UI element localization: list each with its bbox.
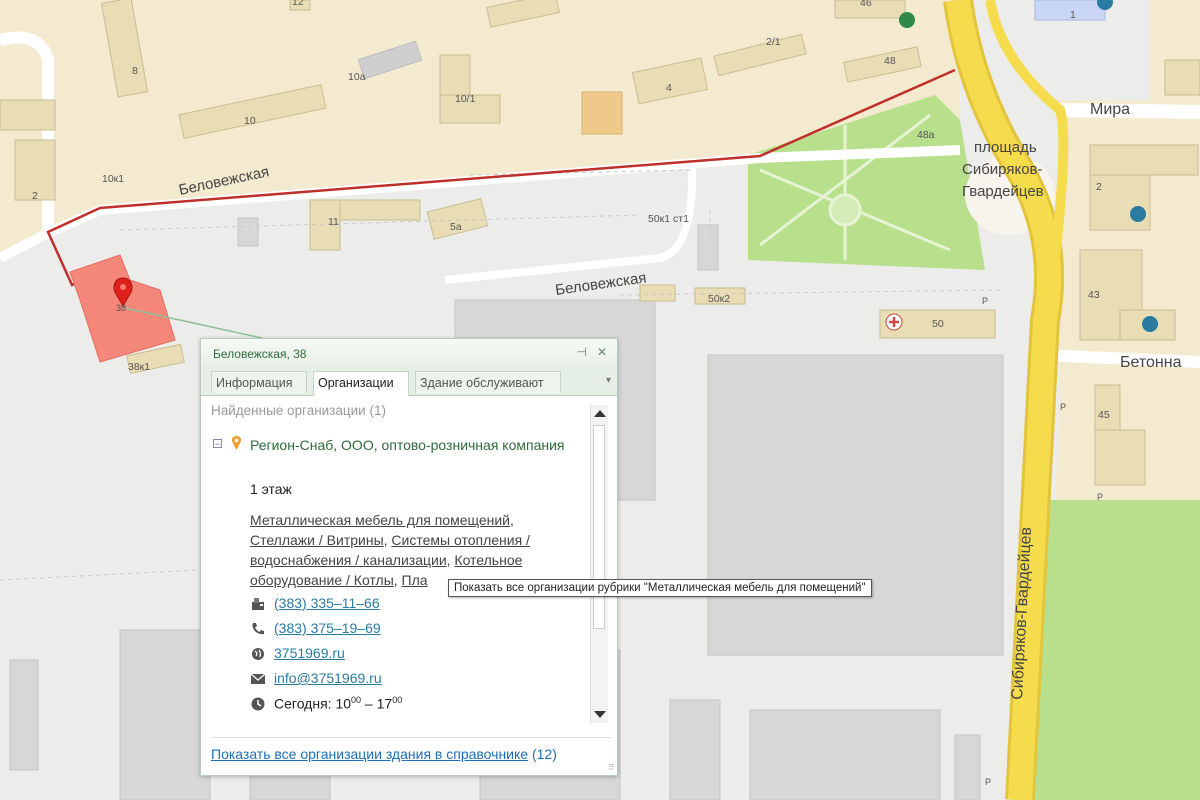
- popup-header: Беловежская, 38 ⊣ ✕: [201, 339, 617, 367]
- house-label: 1: [1070, 9, 1076, 21]
- street-label-betonnaya: Бетонна: [1120, 354, 1182, 371]
- square-label-1: площадь: [974, 139, 1037, 156]
- house-label: 43: [1088, 289, 1100, 301]
- parking-label: P: [1060, 402, 1066, 412]
- category-tooltip: Показать все организации рубрики "Металл…: [448, 579, 872, 597]
- popup-title: Беловежская, 38: [213, 347, 307, 361]
- hours-to: 17: [376, 695, 393, 712]
- organizations-panel: Найденные организации (1) − Регион-Снаб,…: [211, 403, 581, 721]
- email-link[interactable]: info@3751969.ru: [274, 670, 382, 686]
- hours-dash: –: [361, 695, 377, 712]
- house-label: 45: [1098, 409, 1110, 421]
- globe-icon: [252, 648, 264, 660]
- website-link[interactable]: 3751969.ru: [274, 645, 345, 661]
- fax-link[interactable]: (383) 335–11–66: [274, 595, 380, 611]
- parking-label: P: [1097, 492, 1103, 502]
- house-label: 11: [328, 216, 339, 228]
- house-label: 10/1: [455, 93, 476, 105]
- hours-from: 10: [335, 695, 352, 712]
- organization-name[interactable]: Регион-Снаб, ООО, оптово-розничная компа…: [250, 435, 570, 455]
- found-organizations-label: Найденные организации (1): [211, 403, 386, 418]
- house-label: 2: [32, 190, 38, 202]
- category-link[interactable]: Стеллажи / Витрины: [250, 532, 384, 548]
- org-pin-icon: [231, 436, 242, 450]
- popup-tabs: Информация Организации Здание обслуживаю…: [201, 367, 617, 396]
- house-label: 38к1: [128, 361, 150, 373]
- hours-from-minutes: 00: [351, 695, 362, 705]
- organization-categories: Металлическая мебель для помещений, Стел…: [250, 512, 530, 588]
- organization-floor: 1 этаж: [250, 481, 292, 497]
- pin-popup-button[interactable]: ⊣: [577, 345, 587, 359]
- house-label: 5а: [450, 221, 462, 233]
- tab-information[interactable]: Информация: [211, 371, 307, 393]
- building-highlight-orange: [581, 91, 623, 135]
- opening-hours: Сегодня: 1000 – 1700: [274, 695, 402, 712]
- square-label-2: Сибиряков-: [962, 161, 1043, 178]
- house-label: 4: [666, 82, 672, 94]
- house-label: 48а: [917, 129, 935, 141]
- parking-label: P: [982, 296, 988, 306]
- building-info-popup[interactable]: Беловежская, 38 ⊣ ✕ Информация Организац…: [200, 338, 618, 776]
- tab-menu-icon[interactable]: ▾: [606, 375, 611, 386]
- tab-organizations[interactable]: Организации: [313, 371, 409, 396]
- park-south: [1035, 500, 1200, 800]
- collapse-icon[interactable]: −: [213, 439, 222, 449]
- parking-label: P: [985, 777, 991, 787]
- category-link[interactable]: Металлическая мебель для помещений: [250, 512, 510, 528]
- scroll-thumb[interactable]: [593, 425, 605, 629]
- hospital-icon: [885, 313, 903, 331]
- house-label: 10: [244, 115, 256, 127]
- organizations-count: (12): [531, 746, 557, 762]
- house-label: 2/1: [766, 36, 781, 48]
- scroll-up-icon[interactable]: [594, 410, 606, 417]
- scrollbar[interactable]: [590, 405, 608, 723]
- email-icon: [250, 673, 266, 684]
- house-label: 38: [116, 303, 126, 313]
- street-label-mira: Мира: [1090, 101, 1130, 118]
- house-label: 50к1 ст1: [648, 213, 689, 225]
- house-label: 8: [132, 65, 138, 77]
- house-label: 10к1: [102, 173, 124, 185]
- show-all-organizations-link[interactable]: Показать все организации здания в справо…: [211, 746, 528, 762]
- hours-label: Сегодня:: [274, 695, 336, 712]
- phone-icon: [252, 623, 264, 635]
- phone-link[interactable]: (383) 375–19–69: [274, 620, 381, 636]
- resize-grip-icon[interactable]: ⠿: [608, 763, 614, 772]
- house-label: 46: [860, 0, 872, 9]
- close-popup-button[interactable]: ✕: [597, 345, 607, 359]
- house-label: 10а: [348, 71, 366, 83]
- tab-building-services[interactable]: Здание обслуживают: [415, 371, 561, 393]
- house-label: 50: [932, 318, 944, 330]
- pharmacy-icon: [899, 12, 915, 28]
- category-link[interactable]: Пла: [402, 572, 428, 588]
- hours-to-minutes: 00: [392, 695, 403, 705]
- house-label: 2: [1096, 181, 1102, 193]
- house-label: 48: [884, 55, 896, 67]
- fax-icon: [252, 598, 264, 610]
- house-label: 12: [292, 0, 304, 8]
- house-label: 50к2: [708, 293, 730, 305]
- popup-footer: Показать все организации здания в справо…: [211, 737, 611, 762]
- square-label-3: Гвардейцев: [962, 183, 1044, 200]
- scroll-down-icon[interactable]: [594, 711, 606, 718]
- clock-icon: [251, 697, 265, 711]
